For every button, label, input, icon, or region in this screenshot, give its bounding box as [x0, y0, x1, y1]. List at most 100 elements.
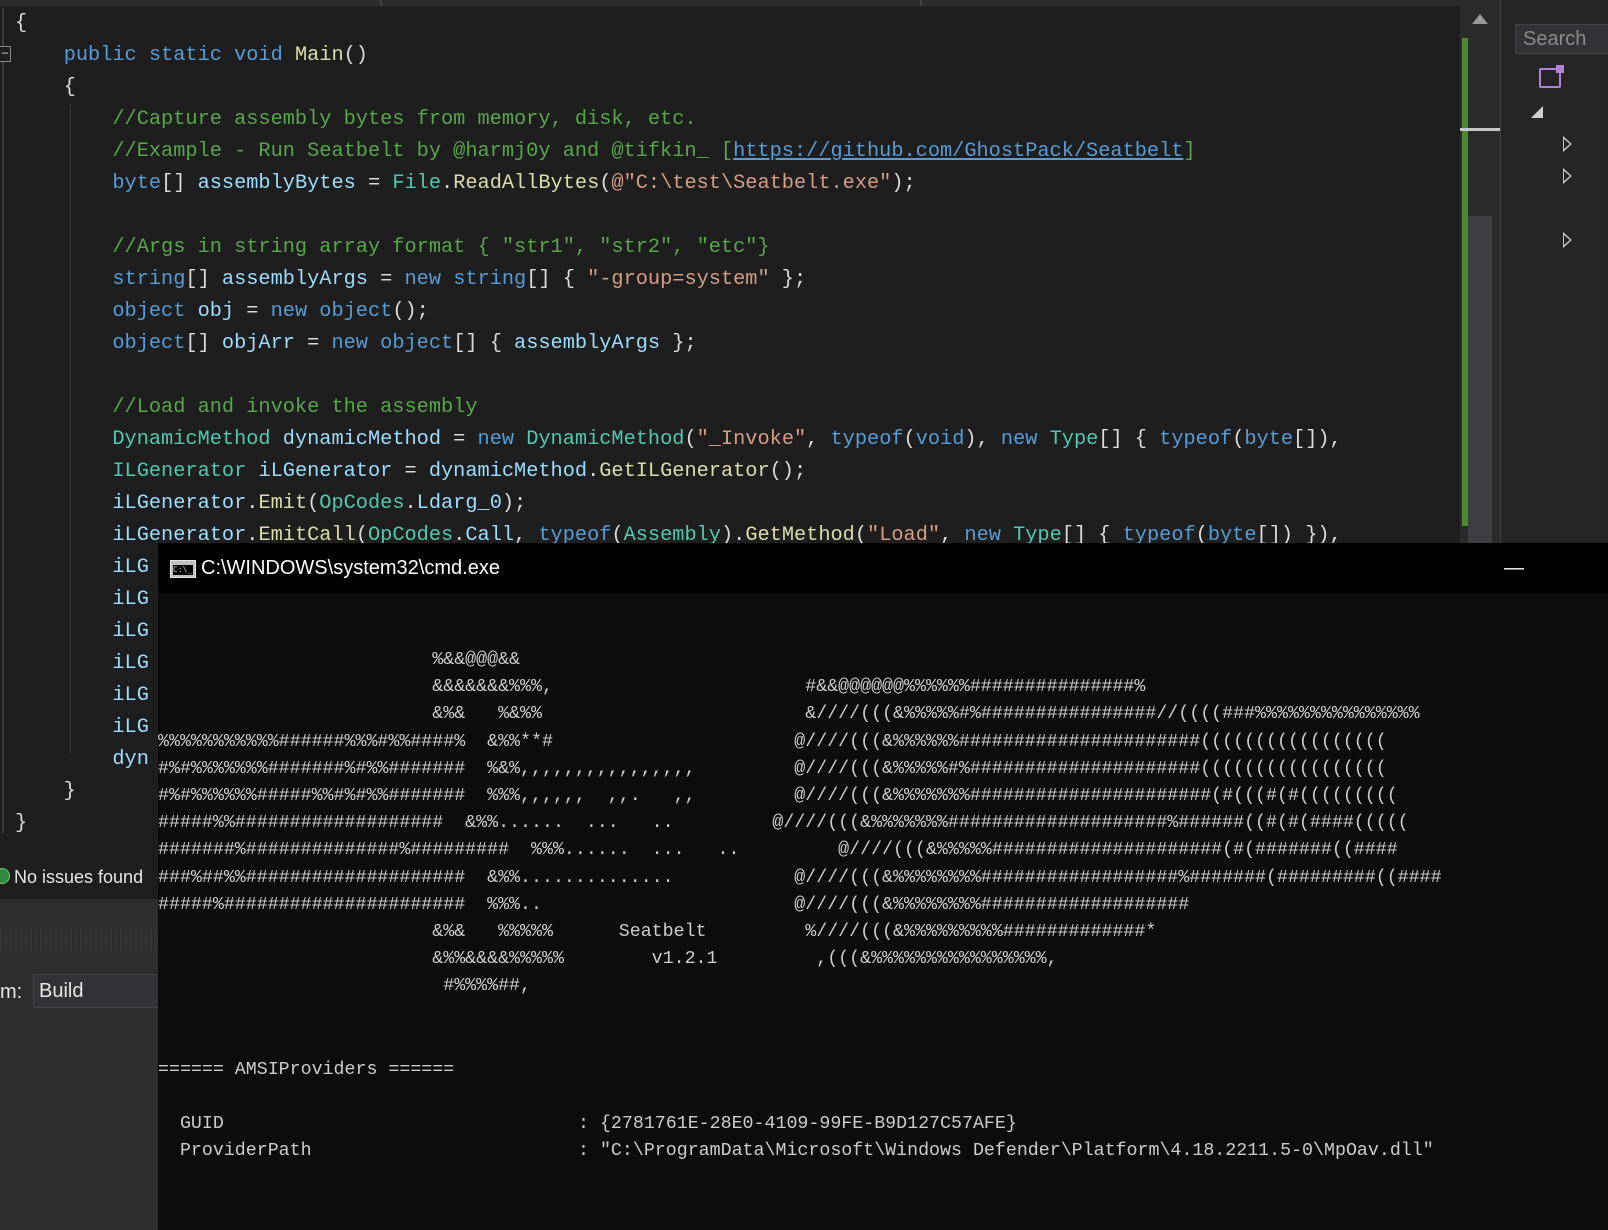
code-token: object — [112, 300, 186, 323]
panel-tab-strip — [0, 929, 158, 951]
code-token: = — [392, 460, 429, 483]
code-token: typeof — [1159, 428, 1233, 451]
code-token: assemblyBytes — [197, 172, 356, 195]
code-token: object — [380, 332, 454, 355]
cmd-window[interactable]: C:\_ C:\WINDOWS\system32\cmd.exe — %&&@@… — [158, 543, 1608, 1230]
code-token: = — [355, 172, 393, 195]
expanded-arrow-icon[interactable] — [1531, 106, 1543, 118]
code-token: = — [294, 332, 332, 355]
code-token: } — [15, 780, 76, 803]
minimize-button[interactable]: — — [1502, 553, 1526, 583]
caret-position-marker — [1460, 128, 1500, 131]
banner-line: #%#%%%%%%%#######%#%%####### %&%,,,,,,,,… — [158, 758, 1387, 779]
code-token: [] — [185, 332, 222, 355]
code-token: iLGenerator — [258, 460, 393, 483]
code-token: [] { — [1098, 428, 1160, 451]
code-token: [] — [185, 268, 222, 291]
code-token: https://github.com/GhostPack/Seatbelt — [733, 140, 1184, 163]
code-token: assemblyArgs — [514, 332, 661, 355]
code-token: object — [112, 332, 186, 355]
code-line: //Example - Run Seatbelt by @harmj0y and… — [15, 136, 1342, 168]
code-token: static — [148, 44, 222, 67]
scroll-thumb[interactable] — [1468, 216, 1492, 546]
code-token: string — [453, 268, 527, 291]
code-token: iLG — [112, 652, 149, 675]
scroll-up-arrow-icon[interactable] — [1472, 14, 1488, 24]
code-line: //Load and invoke the assembly — [15, 392, 1342, 424]
code-line: DynamicMethod dynamicMethod = new Dynami… — [15, 424, 1342, 456]
code-token: //Capture assembly bytes from memory, di… — [112, 108, 697, 131]
code-line: object[] objArr = new object[] { assembl… — [15, 328, 1342, 360]
code-token: iLG — [112, 716, 149, 739]
code-token: new — [404, 268, 442, 291]
code-token: = — [441, 428, 478, 451]
banner-line: &%& %%%%% Seatbelt %////(((&%%%%%%%%%###… — [158, 921, 1157, 942]
code-token: [] { — [453, 332, 515, 355]
amsi-value: : {2781761E-28E0-4109-99FE-B9D127C57AFE} — [578, 1114, 1017, 1134]
banner-line: &&&&&&&%%%, #&&@@@@@@%%%%%%#############… — [158, 677, 1146, 698]
banner-line: #######%##############%######### %%%....… — [158, 840, 1398, 861]
solution-icon[interactable] — [1539, 65, 1564, 88]
code-token: ); — [501, 492, 527, 515]
code-token: ILGenerator — [112, 460, 247, 483]
collapsed-arrow-icon[interactable] — [1563, 136, 1572, 152]
code-line: object obj = new object(); — [15, 296, 1342, 328]
code-token: []), — [1293, 428, 1342, 451]
code-token: = — [367, 268, 405, 291]
error-list-panel: No issues found m: Build — [0, 855, 173, 1230]
code-token: . — [587, 460, 600, 483]
cmd-title-bar[interactable]: C:\_ C:\WINDOWS\system32\cmd.exe — — [158, 543, 1608, 593]
amsi-row: ProviderPath : "C:\ProgramData\Microsoft\… — [158, 1138, 1434, 1165]
code-token: { — [15, 12, 28, 35]
code-token: ( — [1232, 428, 1245, 451]
amsi-key: ProviderPath — [158, 1141, 312, 1161]
code-token: ( — [307, 492, 320, 515]
collapsed-arrow-icon[interactable] — [1563, 232, 1572, 248]
code-token: public — [63, 44, 137, 67]
cmd-window-title: C:\WINDOWS\system32\cmd.exe — [201, 557, 500, 579]
code-token: obj — [197, 300, 235, 323]
code-token: , — [806, 428, 831, 451]
collapse-toggle-icon[interactable]: − — [0, 46, 11, 62]
code-line: ILGenerator iLGenerator = dynamicMethod.… — [15, 456, 1342, 488]
code-token: "_Invoke" — [696, 428, 807, 451]
solution-search-input[interactable]: Search — [1515, 24, 1608, 54]
collapsed-arrow-icon[interactable] — [1563, 168, 1572, 184]
show-output-select[interactable]: Build — [33, 974, 173, 1008]
code-token: byte — [112, 172, 162, 195]
banner-line: &%& %&%% &////(((&%%%%%#%###############… — [158, 704, 1420, 725]
code-token: void — [915, 428, 965, 451]
banner-line: #####%###################### %%%.. @////… — [158, 894, 1190, 915]
issues-status[interactable]: No issues found — [0, 855, 158, 899]
amsi-value: : "C:\ProgramData\Microsoft\Windows Defe… — [578, 1141, 1434, 1161]
code-token: string — [112, 268, 186, 291]
banner-line: %&&@@@&& — [158, 650, 521, 670]
code-line: string[] assemblyArgs = new string[] { "… — [15, 264, 1342, 296]
check-circle-icon — [0, 868, 10, 884]
banner-line: ###%##%%#################### &%%........… — [158, 867, 1442, 888]
code-token: (); — [392, 300, 429, 323]
cmd-app-icon: C:\_ — [170, 560, 196, 578]
code-token: assemblyArgs — [221, 268, 368, 291]
code-token: dynamicMethod — [428, 460, 588, 483]
code-token: iLGenerator — [112, 492, 247, 515]
code-token: iLG — [112, 588, 149, 611]
code-line: public static void Main() — [15, 40, 1342, 72]
seatbelt-banner: %&&@@@&& &&&&&&&%%%, #&&@@@@@@%%%%%%####… — [158, 647, 1442, 1000]
code-token: { — [15, 76, 76, 99]
